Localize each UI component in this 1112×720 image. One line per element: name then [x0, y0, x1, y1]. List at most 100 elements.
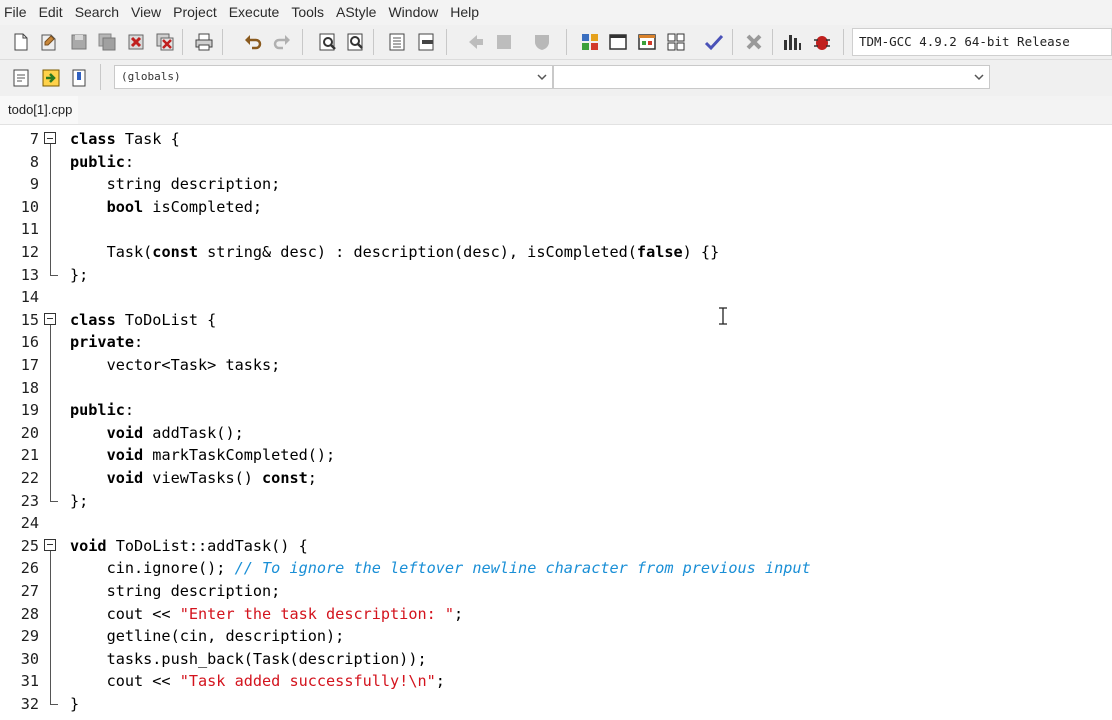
- code-line[interactable]: 30 tasks.push_back(Task(description));: [0, 647, 1112, 671]
- tab-todo-cpp[interactable]: todo[1].cpp: [0, 96, 79, 124]
- find-icon[interactable]: [316, 30, 340, 54]
- keyword-token: false: [636, 243, 683, 261]
- code-line[interactable]: 23};: [0, 489, 1112, 513]
- code-line[interactable]: 11: [0, 218, 1112, 241]
- syntax-check-icon[interactable]: [702, 30, 726, 54]
- code-token: getline(cin, description);: [70, 627, 345, 646]
- run-icon[interactable]: [606, 30, 630, 54]
- code-line[interactable]: 26 cin.ignore(); // To ignore the leftov…: [0, 557, 1112, 580]
- fold-guide: [50, 354, 51, 377]
- code-token: isCompleted;: [143, 197, 263, 216]
- bookmark-back-icon[interactable]: [463, 30, 487, 54]
- fold-guide: [50, 602, 51, 626]
- shield-icon[interactable]: [530, 30, 554, 54]
- close-all-icon[interactable]: [153, 30, 177, 54]
- replace-icon[interactable]: [344, 30, 368, 54]
- save-icon[interactable]: [67, 30, 91, 54]
- code-text: string description;: [70, 173, 281, 196]
- bookmark-forward-icon[interactable]: [492, 30, 516, 54]
- code-line[interactable]: 16 private:: [0, 331, 1112, 354]
- code-line[interactable]: 29 getline(cin, description);: [0, 625, 1112, 648]
- save-all-icon[interactable]: [95, 30, 119, 54]
- toolbar-separator: [222, 29, 223, 55]
- goto-line-icon[interactable]: [39, 66, 63, 90]
- print-icon[interactable]: [192, 30, 216, 54]
- fold-collapse-icon[interactable]: [44, 538, 56, 551]
- code-text: }: [70, 693, 79, 716]
- fold-collapse-icon[interactable]: [44, 132, 56, 144]
- code-line[interactable]: 24: [0, 512, 1112, 535]
- undo-icon[interactable]: [241, 30, 265, 54]
- keyword-token: private: [70, 333, 135, 352]
- code-text: cin.ignore(); // To ignore the leftover …: [70, 557, 811, 580]
- fold-collapse-icon[interactable]: [44, 312, 56, 325]
- code-line[interactable]: 9 string description;: [0, 173, 1112, 196]
- clean-icon[interactable]: [742, 30, 766, 54]
- editor-tab-bar: todo[1].cpp: [0, 96, 1112, 125]
- code-line[interactable]: 19 public:: [0, 399, 1112, 422]
- profile-icon[interactable]: [780, 30, 804, 54]
- line-number: 23: [20, 491, 39, 510]
- code-line[interactable]: 14: [0, 286, 1112, 309]
- code-text: void viewTasks() const;: [70, 467, 317, 490]
- keyword-token: const: [262, 469, 308, 487]
- code-text: cout << "Enter the task description: ";: [70, 603, 464, 626]
- code-token: ;: [307, 469, 317, 487]
- menu-file[interactable]: File: [0, 0, 33, 25]
- open-file-icon[interactable]: [37, 30, 61, 54]
- text-cursor-icon: [719, 307, 727, 325]
- insert-icon[interactable]: [9, 66, 33, 90]
- menu-execute[interactable]: Execute: [223, 0, 286, 25]
- debug-icon[interactable]: [810, 30, 834, 54]
- menu-edit[interactable]: Edit: [33, 0, 69, 25]
- code-line[interactable]: 25 void ToDoList::addTask() {: [0, 535, 1112, 558]
- code-line[interactable]: 22 void viewTasks() const;: [0, 467, 1112, 490]
- fold-guide: [50, 580, 51, 603]
- rebuild-icon[interactable]: [664, 30, 688, 54]
- code-token: cout <<: [70, 604, 180, 623]
- menu-search[interactable]: Search: [69, 0, 125, 25]
- unindent-icon[interactable]: [414, 30, 438, 54]
- code-line[interactable]: 32}: [0, 693, 1112, 716]
- code-line[interactable]: 13};: [0, 263, 1112, 287]
- menu-help[interactable]: Help: [444, 0, 485, 25]
- indent-icon[interactable]: [385, 30, 409, 54]
- code-line[interactable]: 27 string description;: [0, 580, 1112, 603]
- menu-project[interactable]: Project: [167, 0, 223, 25]
- fold-guide: [50, 467, 51, 490]
- code-line[interactable]: 12 Task(const string& desc) : descriptio…: [0, 241, 1112, 264]
- redo-icon[interactable]: [270, 30, 294, 54]
- new-file-icon[interactable]: [9, 30, 33, 54]
- compile-icon[interactable]: [578, 30, 602, 54]
- code-line[interactable]: 20 void addTask();: [0, 421, 1112, 445]
- code-line[interactable]: 28 cout << "Enter the task description: …: [0, 602, 1112, 626]
- menu-view[interactable]: View: [125, 0, 167, 25]
- menu-tools[interactable]: Tools: [285, 0, 330, 25]
- class-combo[interactable]: (globals): [114, 65, 553, 89]
- code-line[interactable]: 10 bool isCompleted;: [0, 195, 1112, 219]
- string-token: "Enter the task description: ": [179, 604, 455, 623]
- code-line[interactable]: 21 void markTaskCompleted();: [0, 444, 1112, 467]
- toolbar-separator: [772, 29, 773, 55]
- code-text: void ToDoList::addTask() {: [70, 535, 308, 558]
- menu-window[interactable]: Window: [382, 0, 444, 25]
- toggle-bookmark-icon[interactable]: [67, 66, 91, 90]
- line-number: 13: [20, 265, 39, 284]
- menu-astyle[interactable]: AStyle: [330, 0, 382, 25]
- compiler-select[interactable]: TDM-GCC 4.9.2 64-bit Release: [852, 28, 1112, 56]
- line-number: 18: [20, 378, 39, 397]
- code-line[interactable]: 15 class ToDoList {: [0, 309, 1112, 332]
- code-line[interactable]: 7 class Task {: [0, 128, 1112, 151]
- code-line[interactable]: 8 public:: [0, 150, 1112, 174]
- close-file-icon[interactable]: [124, 30, 148, 54]
- code-editor[interactable]: 7 class Task {8 public: 9 string descriptio…: [0, 128, 1112, 720]
- code-line[interactable]: 31 cout << "Task added successfully!\n";: [0, 670, 1112, 693]
- code-line[interactable]: 17 vector<Task> tasks;: [0, 354, 1112, 377]
- toolbar-separator: [100, 64, 101, 90]
- main-toolbar: TDM-GCC 4.9.2 64-bit Release: [0, 25, 1112, 60]
- code-line[interactable]: 18: [0, 376, 1112, 400]
- member-combo[interactable]: [553, 65, 990, 89]
- compile-run-icon[interactable]: [635, 30, 659, 54]
